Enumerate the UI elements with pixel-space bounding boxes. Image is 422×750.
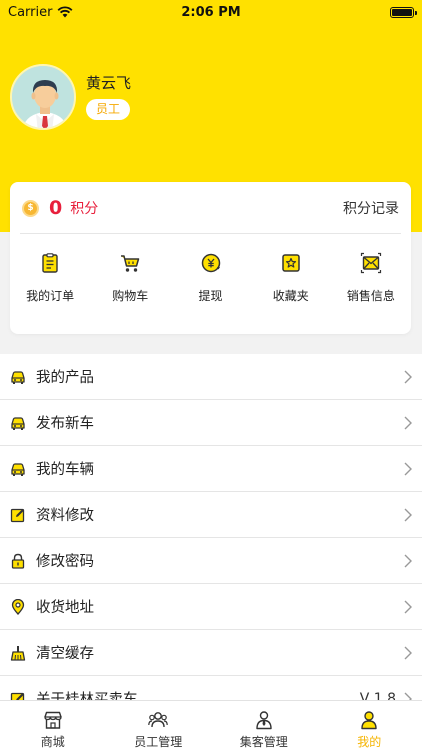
withdraw-icon <box>201 253 220 273</box>
shortcut-favorites[interactable]: 收藏夹 <box>251 252 331 304</box>
avatar[interactable] <box>10 64 76 130</box>
coin-icon: $ <box>22 199 39 217</box>
car-icon <box>11 462 25 476</box>
edit-icon <box>10 508 25 522</box>
chevron-right-icon <box>404 462 412 475</box>
shortcut-label: 购物车 <box>112 289 149 303</box>
status-time: 2:06 PM <box>181 4 241 20</box>
lock-icon <box>11 553 25 569</box>
points-row: $ 0 积分 积分记录 <box>10 182 411 234</box>
chevron-right-icon <box>404 416 412 429</box>
shortcut-sales-info[interactable]: 销售信息 <box>331 252 411 304</box>
tab-profile[interactable]: 我的 <box>317 701 422 750</box>
tab-store[interactable]: 商城 <box>0 701 106 750</box>
settings-menu: 我的产品 发布新车 我的车辆 资料修改 修改密码 收货地址 清空缓存 V 1.8 <box>0 354 422 722</box>
profile-icon <box>361 711 377 730</box>
chevron-right-icon <box>404 508 412 521</box>
order-icon <box>42 253 58 273</box>
car-icon <box>11 416 25 430</box>
tab-bar: 商城 员工管理 集客管理 我的 <box>0 700 422 750</box>
points-value: 0 <box>49 197 63 219</box>
sales-info-icon <box>360 252 382 274</box>
menu-item-clear-cache[interactable]: 清空缓存 <box>0 630 422 676</box>
menu-item-publish-car[interactable]: 发布新车 <box>0 400 422 446</box>
menu-item-my-products[interactable]: 我的产品 <box>0 354 422 400</box>
menu-label: 发布新车 <box>36 416 94 432</box>
broom-icon <box>10 645 26 661</box>
tab-label: 商城 <box>40 735 65 749</box>
menu-label: 修改密码 <box>36 554 94 570</box>
shortcut-label: 提现 <box>198 289 223 303</box>
shortcut-orders[interactable]: 我的订单 <box>10 252 90 304</box>
card-divider <box>20 233 401 234</box>
chevron-right-icon <box>404 600 412 613</box>
shortcut-label: 收藏夹 <box>272 289 309 303</box>
account-card: $ 0 积分 积分记录 我的订单 购物车 提现 收藏夹 销售信息 <box>10 182 411 334</box>
staff-icon <box>148 712 169 728</box>
chevron-right-icon <box>404 554 412 567</box>
menu-item-my-vehicles[interactable]: 我的车辆 <box>0 446 422 492</box>
shortcut-cart[interactable]: 购物车 <box>90 252 170 304</box>
location-icon <box>11 598 25 615</box>
chevron-right-icon <box>404 646 412 659</box>
tab-label: 员工管理 <box>134 735 183 749</box>
tab-customer-management[interactable]: 集客管理 <box>211 701 317 750</box>
menu-label: 收货地址 <box>36 600 94 616</box>
tab-label: 集客管理 <box>239 735 288 749</box>
battery-icon <box>390 6 417 18</box>
points-unit: 积分 <box>70 201 99 217</box>
tab-staff-management[interactable]: 员工管理 <box>106 701 212 750</box>
customer-icon <box>256 711 272 730</box>
shortcut-row: 我的订单 购物车 提现 收藏夹 销售信息 <box>10 252 411 304</box>
favorites-icon <box>281 254 300 272</box>
menu-label: 我的车辆 <box>36 462 94 478</box>
role-badge: 员工 <box>86 99 131 120</box>
store-icon <box>44 711 62 729</box>
menu-item-edit-profile[interactable]: 资料修改 <box>0 492 422 538</box>
points-record-link[interactable]: 积分记录 <box>343 198 399 218</box>
user-name: 黄云飞 <box>86 74 132 92</box>
tab-label: 我的 <box>357 735 382 749</box>
shortcut-label: 我的订单 <box>26 289 75 303</box>
menu-item-change-password[interactable]: 修改密码 <box>0 538 422 584</box>
menu-label: 资料修改 <box>36 508 94 524</box>
status-bar: Carrier 2:06 PM <box>0 0 422 24</box>
chevron-right-icon <box>404 370 412 383</box>
menu-label: 我的产品 <box>36 370 94 386</box>
menu-label: 清空缓存 <box>36 646 94 662</box>
car-icon <box>11 370 25 384</box>
shortcut-withdraw[interactable]: 提现 <box>170 252 250 304</box>
menu-item-shipping-address[interactable]: 收货地址 <box>0 584 422 630</box>
cart-icon <box>121 255 140 272</box>
shortcut-label: 销售信息 <box>346 289 395 303</box>
